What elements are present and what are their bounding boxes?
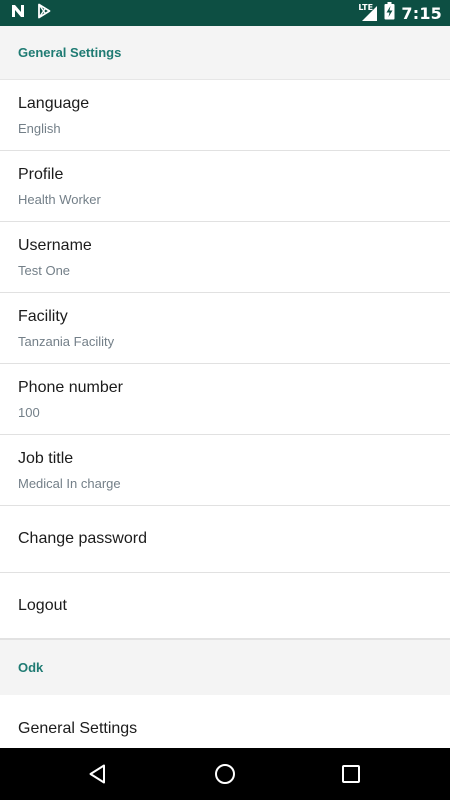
pref-title: Username — [18, 237, 92, 254]
pref-title: Change password — [18, 530, 147, 547]
pref-summary: English — [18, 121, 61, 136]
battery-charging-icon — [384, 1, 395, 25]
preferences-list[interactable]: General Settings Language English Profil… — [0, 26, 450, 748]
pref-summary: 100 — [18, 405, 40, 420]
pref-title: General Settings — [18, 719, 138, 737]
section-header-label: Odk — [18, 660, 44, 675]
pref-summary: Health Worker — [18, 192, 101, 207]
section-header-general-settings: General Settings — [0, 26, 450, 80]
pref-title: Phone number — [18, 379, 123, 396]
status-clock: 7:15 — [401, 3, 442, 23]
section-header-odk: Odk — [0, 640, 450, 695]
pref-summary: Test One — [18, 263, 71, 278]
back-triangle-icon — [89, 764, 105, 784]
pref-summary: Medical In charge — [18, 476, 121, 491]
pref-title: Facility — [18, 308, 68, 325]
navigation-bar — [0, 748, 450, 800]
pref-title: Job title — [18, 450, 74, 467]
pref-summary: Tanzania Facility — [18, 334, 115, 349]
lte-label: LTE — [358, 3, 374, 12]
n-notification-icon — [10, 3, 26, 24]
change-password-item[interactable]: Change password — [0, 506, 450, 573]
odk-general-settings-item[interactable]: General Settings — [0, 695, 450, 748]
section-header-label: General Settings — [18, 45, 122, 60]
pref-title: Language — [18, 95, 90, 112]
pref-title: Logout — [18, 596, 67, 614]
home-circle-icon — [215, 764, 235, 784]
pref-item-username[interactable]: Username Test One — [0, 222, 450, 293]
pref-item-facility[interactable]: Facility Tanzania Facility — [0, 293, 450, 364]
settings-screen: LTE 7:15 General Settings Language Engli… — [0, 0, 450, 800]
pref-item-phone-number[interactable]: Phone number 100 — [0, 364, 450, 435]
home-button[interactable] — [213, 762, 237, 786]
logout-item[interactable]: Logout — [0, 573, 450, 640]
back-button[interactable] — [86, 762, 110, 786]
play-store-icon — [36, 3, 52, 24]
recents-button[interactable] — [339, 762, 363, 786]
status-left-icons — [10, 3, 52, 24]
pref-item-job-title[interactable]: Job title Medical In charge — [0, 435, 450, 506]
pref-item-language[interactable]: Language English — [0, 80, 450, 151]
pref-item-profile[interactable]: Profile Health Worker — [0, 151, 450, 222]
recents-square-icon — [342, 765, 360, 783]
status-right-icons: LTE 7:15 — [358, 1, 442, 25]
lte-signal-icon: LTE — [358, 3, 378, 22]
status-bar: LTE 7:15 — [0, 0, 450, 26]
pref-title: Profile — [18, 166, 64, 183]
